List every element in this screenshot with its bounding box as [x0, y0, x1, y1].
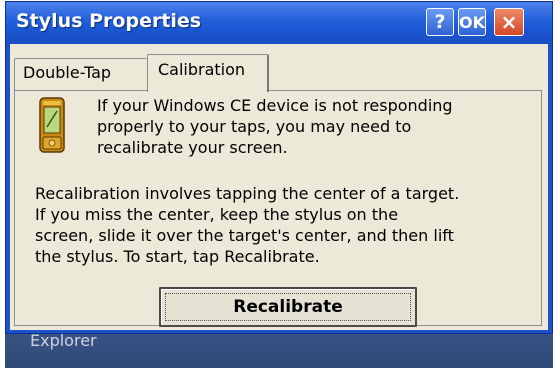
intro-line: recalibrate your screen.: [97, 138, 288, 157]
recalibrate-button-label: Recalibrate: [233, 297, 343, 317]
ok-button[interactable]: OK: [458, 8, 486, 36]
window-title: Stylus Properties: [16, 10, 202, 32]
stylus-properties-window: Stylus Properties ? OK × Double-Tap Cali…: [5, 1, 553, 334]
help-button[interactable]: ?: [426, 8, 454, 36]
intro-text: If your Windows CE device is not respond…: [97, 95, 537, 158]
instructions-line: screen, slide it over the target's cente…: [35, 226, 454, 245]
instructions-line: the stylus. To start, tap Recalibrate.: [35, 247, 320, 266]
desktop: Explorer Stylus Properties ? OK × Double…: [0, 0, 560, 373]
dialog-client-area: Double-Tap Calibration If your Windows C…: [10, 44, 548, 330]
close-button[interactable]: ×: [494, 8, 524, 36]
instructions-line: Recalibration involves tapping the cente…: [35, 184, 460, 203]
pda-device-icon: [39, 97, 65, 153]
title-bar[interactable]: Stylus Properties ? OK ×: [6, 2, 552, 44]
calibration-panel: If your Windows CE device is not respond…: [14, 90, 543, 327]
instructions-text: Recalibration involves tapping the cente…: [35, 183, 543, 267]
intro-line: properly to your taps, you may need to: [97, 117, 412, 136]
tab-calibration[interactable]: Calibration: [147, 54, 269, 92]
intro-line: If your Windows CE device is not respond…: [97, 96, 453, 115]
tab-double-tap[interactable]: Double-Tap: [14, 58, 147, 90]
instructions-line: If you miss the center, keep the stylus …: [35, 205, 399, 224]
recalibrate-button[interactable]: Recalibrate: [159, 287, 417, 327]
